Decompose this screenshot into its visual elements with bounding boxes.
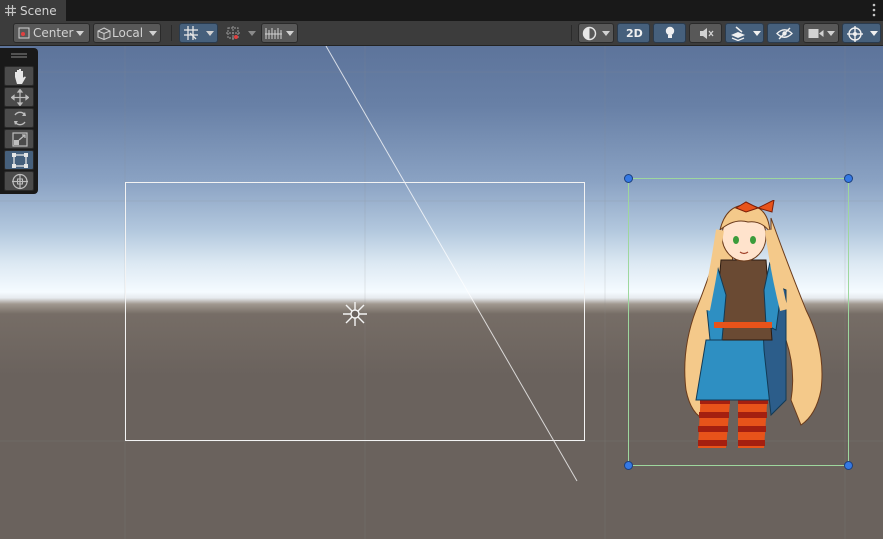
camera-settings-dropdown[interactable] [803, 23, 839, 43]
resize-handle-top-right[interactable] [844, 174, 853, 183]
chevron-down-icon [286, 31, 294, 36]
scene-window: Scene Center Local 2D [0, 0, 883, 539]
grid-icon [5, 5, 16, 16]
hand-tool-button[interactable] [4, 66, 34, 86]
increment-snap-icon [226, 26, 240, 40]
pivot-mode-label: Center [33, 26, 74, 40]
transform-tool-button[interactable] [4, 171, 34, 191]
lighting-toggle[interactable] [653, 23, 686, 43]
pivot-icon [18, 27, 30, 39]
space-mode-dropdown[interactable]: Local [93, 23, 161, 43]
gizmo-icon [847, 26, 863, 42]
scene-visibility-toggle[interactable] [767, 23, 800, 43]
scene-toolbar: Center Local 2D [0, 21, 883, 46]
draw-mode-dropdown[interactable] [578, 23, 614, 43]
mode-2d-toggle[interactable]: 2D [617, 23, 650, 43]
hidden-eye-icon [776, 27, 793, 40]
transform-icon [12, 173, 28, 190]
chevron-down-icon [76, 31, 84, 36]
cube-icon [97, 27, 111, 40]
resize-handle-bottom-left[interactable] [624, 461, 633, 470]
move-tool-button[interactable] [4, 87, 34, 107]
scene-tab-label: Scene [20, 4, 57, 18]
hand-icon [15, 69, 26, 84]
character-sprite[interactable] [676, 200, 831, 452]
resize-handle-top-left[interactable] [624, 174, 633, 183]
effects-dropdown[interactable] [725, 23, 764, 43]
rect-tool-button[interactable] [4, 150, 34, 170]
audio-toggle[interactable] [689, 23, 722, 43]
chevron-down-icon [248, 31, 256, 36]
chevron-down-icon [206, 31, 214, 36]
tab-bar: Scene [0, 0, 883, 21]
lightbulb-icon [665, 26, 675, 38]
resize-handle-bottom-right[interactable] [844, 461, 853, 470]
drag-handle-icon[interactable] [11, 53, 27, 59]
mode-2d-label: 2D [626, 27, 643, 40]
chevron-down-icon [149, 31, 157, 36]
rotate-tool-button[interactable] [4, 108, 34, 128]
rotate-icon [14, 111, 26, 126]
grid-snap-toggle[interactable] [179, 23, 218, 43]
pivot-mode-dropdown[interactable]: Center [13, 23, 90, 43]
chevron-down-icon [753, 31, 761, 36]
grid-snap-icon [184, 26, 198, 40]
toolbar-separator [171, 25, 172, 41]
gizmos-dropdown[interactable] [842, 23, 881, 43]
ruler-icon [265, 28, 282, 39]
tool-palette [0, 48, 38, 194]
chevron-down-icon [602, 31, 610, 36]
light-gizmo-icon[interactable] [341, 300, 369, 328]
effects-icon [731, 26, 745, 41]
scale-tool-button[interactable] [4, 129, 34, 149]
kebab-icon[interactable] [871, 3, 877, 17]
move-icon [11, 89, 29, 106]
speaker-muted-icon [700, 28, 714, 39]
increment-snap-toggle[interactable] [221, 23, 259, 43]
scene-tab[interactable]: Scene [0, 0, 66, 21]
space-mode-label: Local [112, 26, 144, 40]
shading-mode-icon [582, 26, 597, 41]
rect-transform-icon [12, 153, 28, 168]
toolbar-separator [571, 25, 572, 41]
chevron-down-icon [827, 31, 835, 36]
camera-icon [808, 29, 824, 38]
chevron-down-icon [870, 31, 878, 36]
ruler-dropdown[interactable] [261, 23, 298, 43]
scene-viewport[interactable] [0, 46, 883, 539]
scale-icon [12, 132, 28, 147]
